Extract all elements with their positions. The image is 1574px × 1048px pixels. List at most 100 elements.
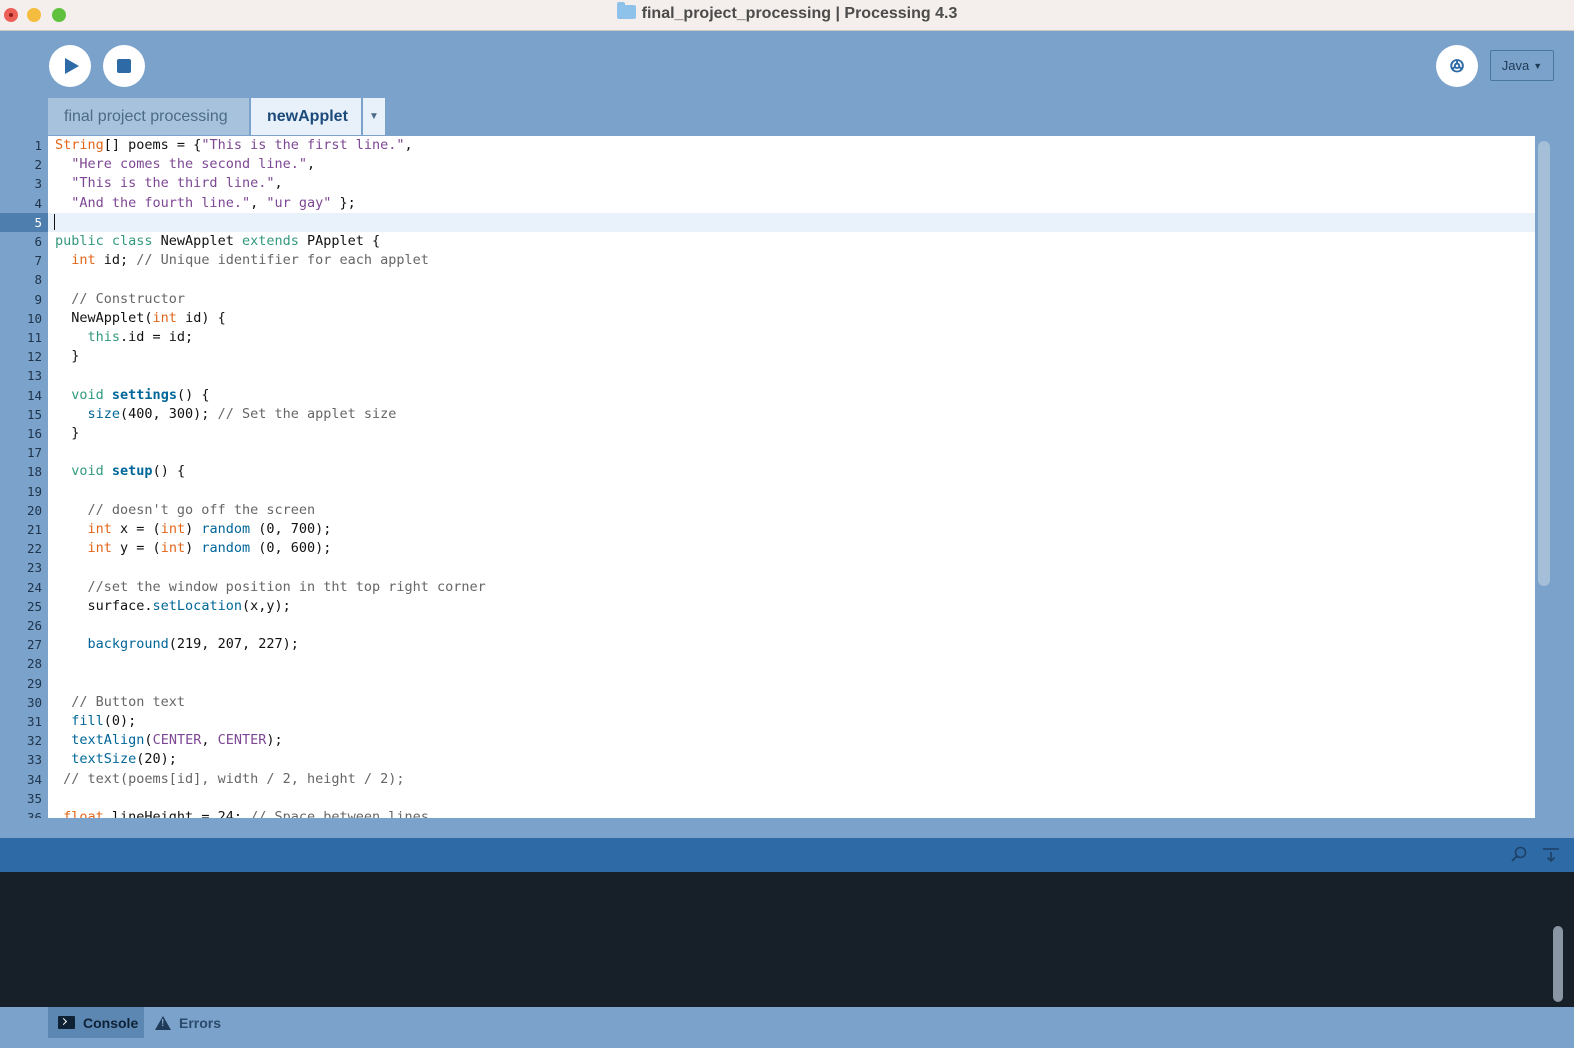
line-number-label: 19 [26,483,42,499]
line-number: 35 [0,789,48,808]
code-token: float [63,809,104,818]
warning-icon [155,1015,171,1030]
line-number: 33 [0,750,48,769]
code-token: int [87,540,112,557]
code-line-text: surface.setLocation(x,y); [55,597,291,616]
line-number: 22 [0,539,48,558]
code-token: (219, 207, 227); [168,636,299,653]
line-number-label: 12 [26,349,42,365]
code-token: size [87,405,121,422]
code-line-text: "This is the third line.", [55,174,283,193]
code-line: // Constructor [48,290,1535,309]
run-button[interactable] [49,45,91,87]
code-line: fill(0); [48,712,1535,731]
code-token: background [87,636,169,653]
line-number-label: 13 [26,368,42,384]
tab-label: newApplet [267,107,348,125]
code-line: } [48,347,1535,366]
code-token: int [160,521,186,537]
code-token: , [274,175,283,192]
code-token: ) [185,540,202,557]
line-number-label: 9 [34,291,42,307]
line-number-label: 14 [26,387,42,403]
code-token: // text(poems[id], width / 2, height / 2… [63,770,405,787]
code-token: int [152,309,177,326]
tab-final-project-processing[interactable]: final project processing [48,98,249,135]
line-number: 12 [0,347,48,366]
tab-label: final project processing [64,107,228,125]
code-line: // Button text [48,693,1535,712]
code-token: } [55,425,80,441]
code-token: setLocation [152,597,242,614]
code-token: () { [176,386,210,403]
line-number-label: 15 [26,406,42,422]
line-number-label: 30 [26,694,42,710]
clear-console-icon[interactable] [1542,846,1560,864]
code-token: () { [152,463,186,480]
code-editor: 1 2 3 4 5 6 7 8 9 10 11 12 13 14 15 16 17 18 19 20 21 22 23 24 2… [0,136,1574,825]
code-line-text: NewApplet(int id) { [55,309,225,328]
code-text-area[interactable]: String[] poems = {"This is the first lin… [48,136,1535,818]
line-number-label: 32 [26,733,42,749]
code-token: random [201,521,251,537]
code-token: (0); [103,713,137,729]
code-token: x = ( [111,521,161,537]
line-number: 8 [0,270,48,289]
code-line-text: //set the window position in tht top rig… [55,578,486,597]
mode-selector[interactable]: Java ▼ [1490,50,1554,81]
code-token: this [87,329,121,345]
code-line-text: // text(poems[id], width / 2, height / 2… [55,770,405,789]
code-line: int y = (int) random (0, 600); [48,539,1535,558]
code-token: (400, 300); [120,405,218,422]
code-token: "Here comes the second line." [71,156,307,173]
line-number-label: 6 [34,234,42,249]
code-line: void settings() { [48,386,1535,405]
errors-tab[interactable]: Errors [155,1007,221,1038]
code-line: "And the fourth line.", "ur gay" }; [48,194,1535,213]
code-token: .id = id; [120,329,194,345]
code-line-text: int id; // Unique identifier for each ap… [55,251,429,270]
code-token: (0, 600); [250,540,332,557]
chevron-down-icon: ▼ [369,111,379,122]
console-tab[interactable]: Console [48,1007,144,1038]
tab-newapplet[interactable]: newApplet [251,98,361,135]
line-number: 10 [0,309,48,328]
line-number-label: 27 [26,637,42,653]
line-number: 29 [0,674,48,693]
editor-scrollbar-thumb[interactable] [1538,141,1550,586]
code-token: int [87,521,112,537]
code-line: "Here comes the second line.", [48,155,1535,174]
line-number: 2 [0,155,48,174]
console-scrollbar-thumb[interactable] [1553,926,1563,1002]
code-token: (0, 700); [250,521,332,537]
code-line: NewApplet(int id) { [48,309,1535,328]
stop-button[interactable] [103,45,145,87]
line-number-label: 28 [26,656,42,672]
play-icon [65,58,79,74]
tab-menu-button[interactable]: ▼ [363,98,385,135]
code-line: size(400, 300); // Set the applet size [48,405,1535,424]
console-tab-label: Console [83,1014,139,1031]
search-icon[interactable] [1511,846,1527,862]
code-line: textSize(20); [48,750,1535,769]
debugger-button[interactable]: ꔮ [1436,45,1478,87]
console-output[interactable] [0,872,1574,1007]
line-number: 13 [0,366,48,385]
code-token: y = ( [111,540,161,557]
line-number: 31 [0,712,48,731]
code-token: random [201,540,251,557]
line-number-label: 4 [34,195,42,211]
code-token: NewApplet [152,233,242,249]
code-line: } [48,424,1535,443]
code-line-text: int x = (int) random (0, 700); [55,520,332,539]
